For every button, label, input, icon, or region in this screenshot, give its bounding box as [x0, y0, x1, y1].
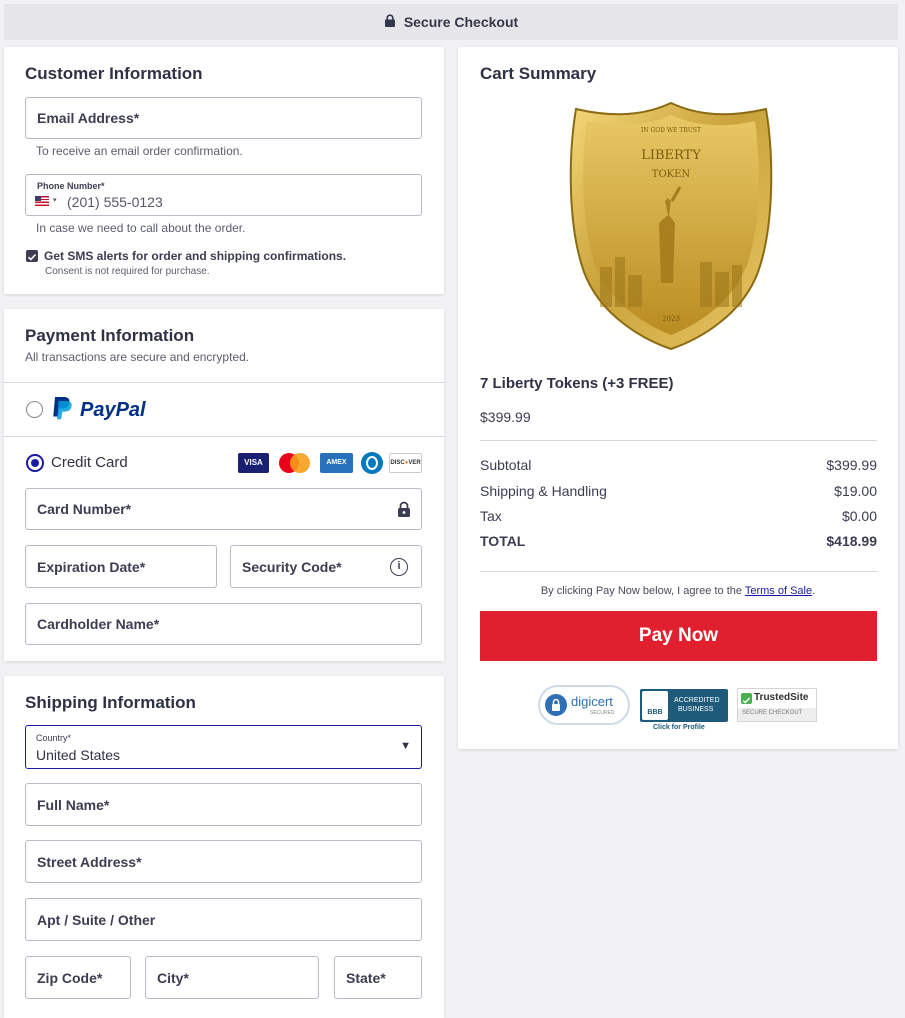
- product-price: $399.99: [480, 409, 531, 425]
- subtotal-value: $399.99: [826, 457, 877, 473]
- liberty-token-image: IN GOD WE TRUST LIBERTY TOKEN 2023: [560, 97, 782, 355]
- svg-text:2023: 2023: [662, 315, 680, 323]
- divider: [480, 571, 877, 572]
- email-help: To receive an email order confirmation.: [36, 144, 243, 158]
- phone-help: In case we need to call about the order.: [36, 221, 246, 235]
- pay-now-button[interactable]: Pay Now: [480, 611, 877, 661]
- svg-text:LIBERTY: LIBERTY: [641, 148, 701, 163]
- city-label: City*: [157, 969, 189, 986]
- paypal-radio[interactable]: [26, 401, 43, 418]
- visa-icon: VISA: [238, 453, 269, 473]
- payment-information-card: Payment Information All transactions are…: [4, 309, 444, 661]
- total-value: $418.99: [826, 533, 877, 549]
- bbb-click: Click for Profile: [653, 724, 705, 731]
- street-address-field[interactable]: Street Address*: [25, 840, 422, 883]
- check-icon: [741, 693, 752, 704]
- product-name: 7 Liberty Tokens (+3 FREE): [480, 375, 674, 392]
- svg-text:TOKEN: TOKEN: [652, 169, 691, 180]
- street-address-label: Street Address*: [37, 853, 142, 870]
- paypal-logo-icon[interactable]: [50, 396, 74, 427]
- phone-label: Phone Number*: [37, 181, 105, 191]
- bbb-line1: ACCREDITED: [674, 697, 720, 704]
- header-title: Secure Checkout: [403, 14, 519, 30]
- card-number-label: Card Number*: [37, 501, 132, 517]
- digicert-sub: SECURED: [590, 710, 615, 716]
- bbb-logo-icon: BBB: [642, 691, 668, 720]
- divider: [4, 436, 444, 437]
- divider: [480, 440, 877, 441]
- trustedsite-label: TrustedSite: [754, 692, 809, 703]
- svg-text:IN GOD WE TRUST: IN GOD WE TRUST: [641, 127, 701, 134]
- shipping-label: Shipping & Handling: [480, 483, 607, 499]
- card-number-field[interactable]: Card Number*: [25, 488, 422, 530]
- total-label: TOTAL: [480, 533, 526, 549]
- sms-checkbox[interactable]: [26, 250, 38, 262]
- terms-prefix: By clicking Pay Now below, I agree to th…: [540, 585, 745, 597]
- zip-code-field[interactable]: Zip Code*: [25, 956, 131, 999]
- shipping-value: $19.00: [834, 483, 877, 499]
- discover-icon: DISC●VER: [389, 453, 422, 473]
- apt-suite-field[interactable]: Apt / Suite / Other: [25, 898, 422, 941]
- full-name-label: Full Name*: [37, 796, 110, 813]
- country-label: Country*: [36, 733, 72, 743]
- full-name-field[interactable]: Full Name*: [25, 783, 422, 826]
- tax-label: Tax: [480, 508, 502, 524]
- trustedsite-badge[interactable]: TrustedSite SECURE CHECKOUT: [737, 688, 817, 722]
- secure-checkout-header: Secure Checkout: [4, 4, 898, 40]
- paypal-label[interactable]: PayPal: [80, 399, 146, 422]
- customer-information-title: Customer Information: [25, 64, 203, 83]
- security-code-field[interactable]: Security Code* i: [230, 545, 422, 588]
- phone-input[interactable]: (201) 555-0123: [67, 194, 163, 210]
- mastercard-icon: [279, 452, 311, 474]
- credit-card-label[interactable]: Credit Card: [51, 454, 128, 471]
- apt-suite-label: Apt / Suite / Other: [37, 911, 156, 928]
- security-code-label: Security Code*: [242, 558, 342, 575]
- diners-icon: [361, 452, 383, 474]
- lock-icon: [384, 14, 396, 30]
- state-label: State*: [346, 969, 386, 986]
- cart-summary-card: Cart Summary IN GOD WE TRUST LIBERTY TOK…: [458, 47, 898, 749]
- country-select[interactable]: Country* United States ▼: [25, 725, 422, 769]
- cart-summary-title: Cart Summary: [480, 64, 597, 83]
- terms-of-sale-link[interactable]: Terms of Sale: [745, 585, 812, 597]
- expiration-date-field[interactable]: Expiration Date*: [25, 545, 217, 588]
- trustedsite-sub: SECURE CHECKOUT: [742, 710, 803, 716]
- amex-icon: AMEX: [320, 453, 353, 473]
- payment-information-title: Payment Information: [25, 326, 195, 345]
- email-field[interactable]: Email Address*: [25, 97, 422, 139]
- shipping-information-card: Shipping Information Country* United Sta…: [4, 676, 444, 1018]
- country-value: United States: [36, 747, 121, 763]
- shipping-information-title: Shipping Information: [25, 693, 196, 712]
- us-flag-icon[interactable]: [35, 196, 49, 206]
- payment-subtitle: All transactions are secure and encrypte…: [25, 350, 250, 364]
- bbb-badge[interactable]: BBB ACCREDITED BUSINESS Click for Profil…: [640, 689, 730, 733]
- terms-notice: By clicking Pay Now below, I agree to th…: [458, 585, 898, 597]
- pay-now-label: Pay Now: [638, 625, 719, 646]
- digicert-lock-icon: [545, 694, 567, 716]
- info-icon[interactable]: i: [390, 558, 408, 576]
- digicert-label: digicert: [571, 694, 613, 709]
- divider: [4, 382, 444, 383]
- terms-suffix: .: [812, 585, 816, 597]
- cardholder-name-field[interactable]: Cardholder Name*: [25, 603, 422, 645]
- digicert-badge[interactable]: digicert SECURED: [538, 685, 630, 725]
- city-field[interactable]: City*: [145, 956, 319, 999]
- phone-field[interactable]: Phone Number* ▾ (201) 555-0123: [25, 174, 422, 216]
- sms-label: Get SMS alerts for order and shipping co…: [44, 249, 347, 263]
- chevron-down-icon[interactable]: ▼: [400, 740, 411, 752]
- subtotal-label: Subtotal: [480, 457, 532, 473]
- lock-icon: [397, 501, 411, 522]
- chevron-down-icon[interactable]: ▾: [53, 196, 57, 204]
- expiration-date-label: Expiration Date*: [37, 558, 146, 575]
- email-label: Email Address*: [37, 110, 140, 126]
- bbb-line2: BUSINESS: [678, 706, 714, 713]
- zip-code-label: Zip Code*: [37, 969, 103, 986]
- customer-information-card: Customer Information Email Address* To r…: [4, 47, 444, 294]
- cardholder-name-label: Cardholder Name*: [37, 616, 160, 632]
- credit-card-radio[interactable]: [26, 454, 44, 472]
- sms-consent-note: Consent is not required for purchase.: [45, 266, 210, 277]
- tax-value: $0.00: [841, 508, 877, 524]
- state-field[interactable]: State*: [334, 956, 422, 999]
